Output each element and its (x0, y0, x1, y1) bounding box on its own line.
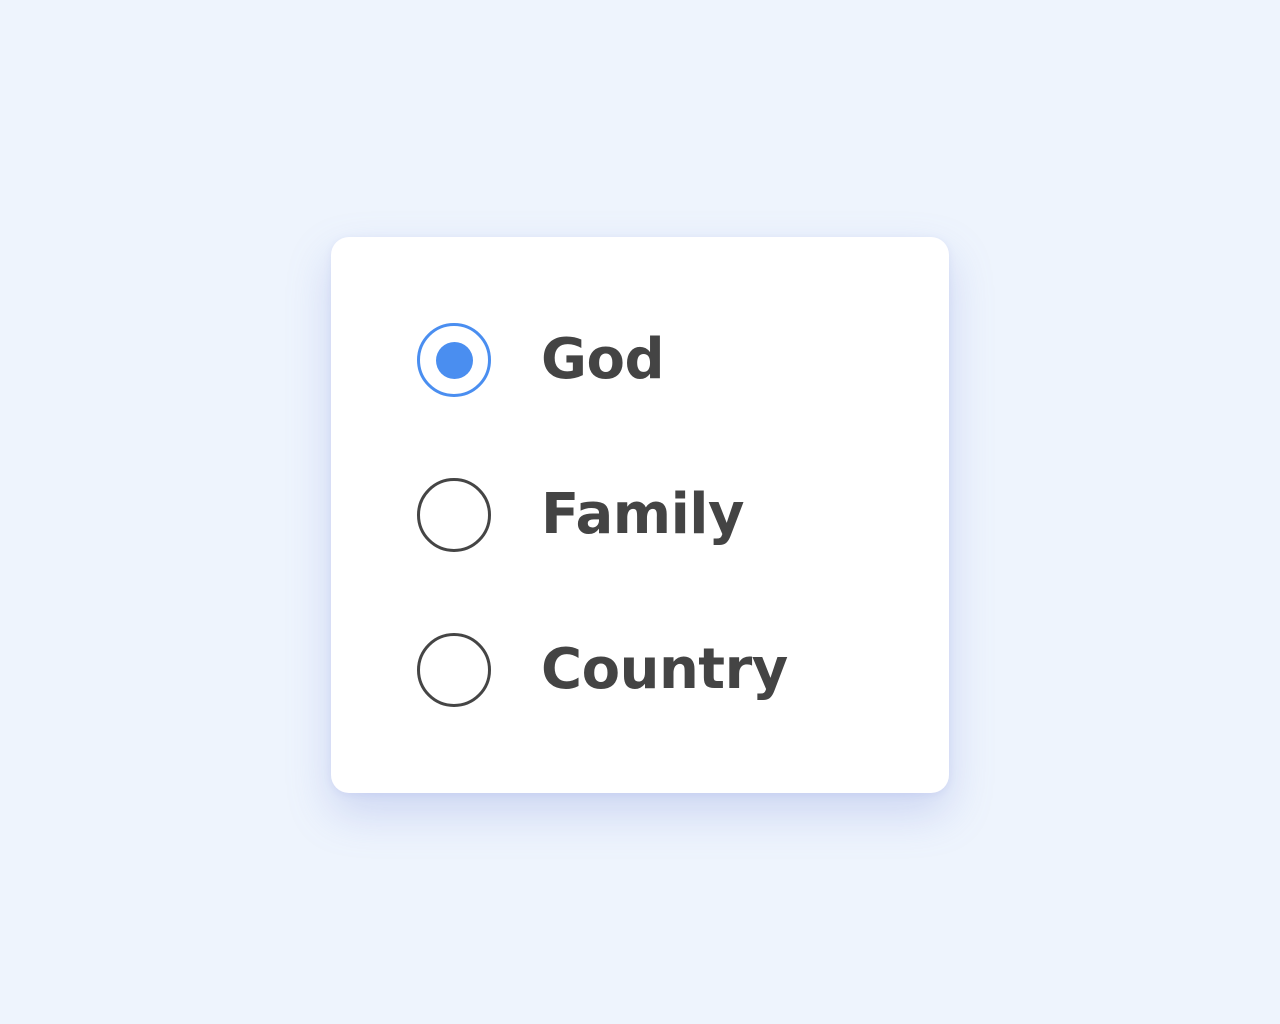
radio-option-family[interactable]: Family (417, 478, 745, 552)
radio-button-country[interactable] (417, 633, 491, 707)
radio-button-family[interactable] (417, 478, 491, 552)
radio-label-family[interactable]: Family (541, 478, 745, 552)
radio-button-god[interactable] (417, 323, 491, 397)
radio-option-god[interactable]: God (417, 323, 665, 397)
radio-label-country[interactable]: Country (541, 633, 788, 707)
radio-option-country[interactable]: Country (417, 633, 788, 707)
radio-label-god[interactable]: God (541, 323, 665, 397)
radio-group-card: God Family Country (331, 237, 949, 793)
